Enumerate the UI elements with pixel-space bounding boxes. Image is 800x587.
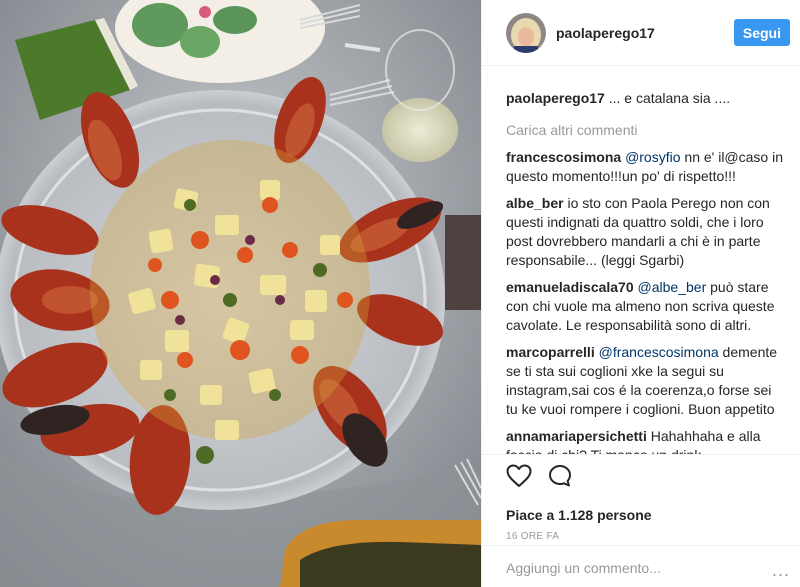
post-caption: paolaperego17 ... e catalana sia ....: [506, 66, 783, 108]
more-options-icon[interactable]: ...: [772, 560, 790, 581]
comment-item: emanueladiscala70 @albe_ber può stare co…: [506, 278, 783, 335]
comment-item: francescosimona @rosyfio nn e' il@caso i…: [506, 148, 783, 186]
comment-username[interactable]: francescosimona: [506, 149, 621, 165]
avatar-image: [506, 12, 546, 53]
comment-item: albe_ber io sto con Paola Perego non con…: [506, 194, 783, 270]
comment-mention[interactable]: @rosyfio: [625, 149, 680, 165]
post-timestamp[interactable]: 16 ORE FA: [506, 531, 777, 542]
add-comment-input[interactable]: Aggiungi un commento...: [482, 545, 800, 587]
comment-item: annamariapersichetti Hahahhaha e alla fa…: [506, 427, 783, 454]
post-header: paolaperego17 Segui: [482, 0, 800, 66]
avatar[interactable]: [506, 12, 546, 53]
action-icons: [506, 455, 777, 493]
comments-list[interactable]: paolaperego17 ... e catalana sia .... Ca…: [482, 66, 800, 454]
comment-mention[interactable]: @albe_ber: [638, 279, 707, 295]
comment-username[interactable]: albe_ber: [506, 195, 564, 211]
load-more-comments-link[interactable]: Carica altri commenti: [506, 121, 783, 140]
comment-mention[interactable]: @francescosimona: [599, 344, 719, 360]
comment-username[interactable]: annamariapersichetti: [506, 428, 647, 444]
caption-username[interactable]: paolaperego17: [506, 90, 605, 106]
comment-icon[interactable]: [548, 464, 572, 493]
caption-text: ... e catalana sia ....: [604, 90, 731, 106]
food-photo-illustration: [0, 0, 481, 587]
follow-button[interactable]: Segui: [733, 19, 790, 46]
comment-username[interactable]: marcoparrelli: [506, 344, 595, 360]
likes-count[interactable]: Piace a 1.128 persone: [506, 507, 777, 523]
instagram-post: paolaperego17 Segui paolaperego17 ... e …: [0, 0, 800, 587]
post-side-panel: paolaperego17 Segui paolaperego17 ... e …: [481, 0, 800, 587]
comment-username[interactable]: emanueladiscala70: [506, 279, 634, 295]
post-photo[interactable]: [0, 0, 481, 587]
post-actions: Piace a 1.128 persone 16 ORE FA: [482, 454, 800, 542]
comment-item: marcoparrelli @francescosimona demente s…: [506, 343, 783, 419]
header-username[interactable]: paolaperego17: [556, 25, 734, 41]
heart-icon[interactable]: [506, 464, 532, 493]
